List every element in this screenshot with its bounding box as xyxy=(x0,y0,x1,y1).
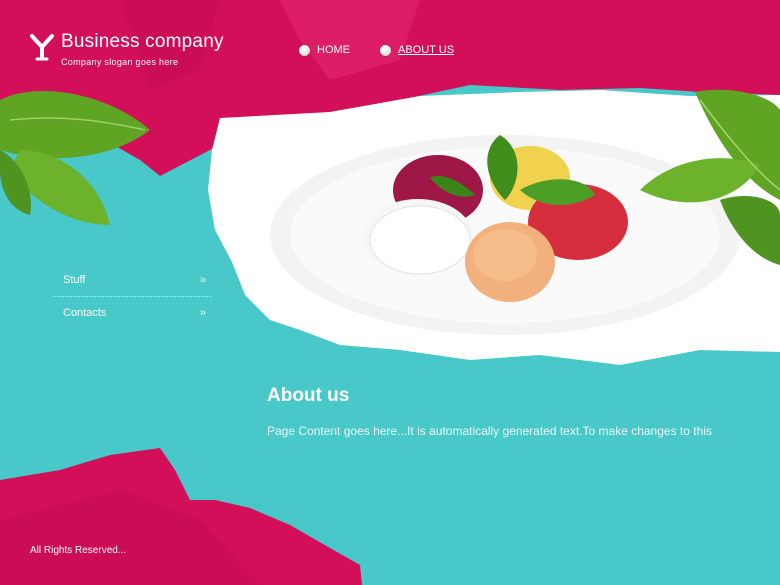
y-letter-logo-icon xyxy=(30,34,54,61)
footer-copyright: All Rights Reserved... xyxy=(30,545,127,556)
brand-slogan: Company slogan goes here xyxy=(61,57,179,67)
radio-dot-icon xyxy=(299,44,310,56)
double-chevron-right-icon: » xyxy=(199,274,206,286)
page-title: About us xyxy=(267,385,350,406)
radio-dot-icon xyxy=(380,44,391,56)
sidebar-divider xyxy=(53,296,212,297)
sidebar-item-label: Contacts xyxy=(63,307,107,319)
double-chevron-right-icon: » xyxy=(199,307,206,319)
sidebar-item-contacts[interactable]: Contacts » xyxy=(53,298,212,328)
nav-label-home[interactable]: HOME xyxy=(317,44,350,56)
nav-item-about-us[interactable]: ABOUT US xyxy=(380,42,454,58)
sidebar-item-label: Stuff xyxy=(63,274,86,286)
sidebar-item-stuff[interactable]: Stuff » xyxy=(53,265,212,295)
brand-title[interactable]: Business company xyxy=(61,31,224,53)
page-content-text: Page Content goes here...It is automatic… xyxy=(267,424,712,438)
nav-label-about-us[interactable]: ABOUT US xyxy=(398,44,454,56)
nav-item-home[interactable]: HOME xyxy=(299,42,350,58)
